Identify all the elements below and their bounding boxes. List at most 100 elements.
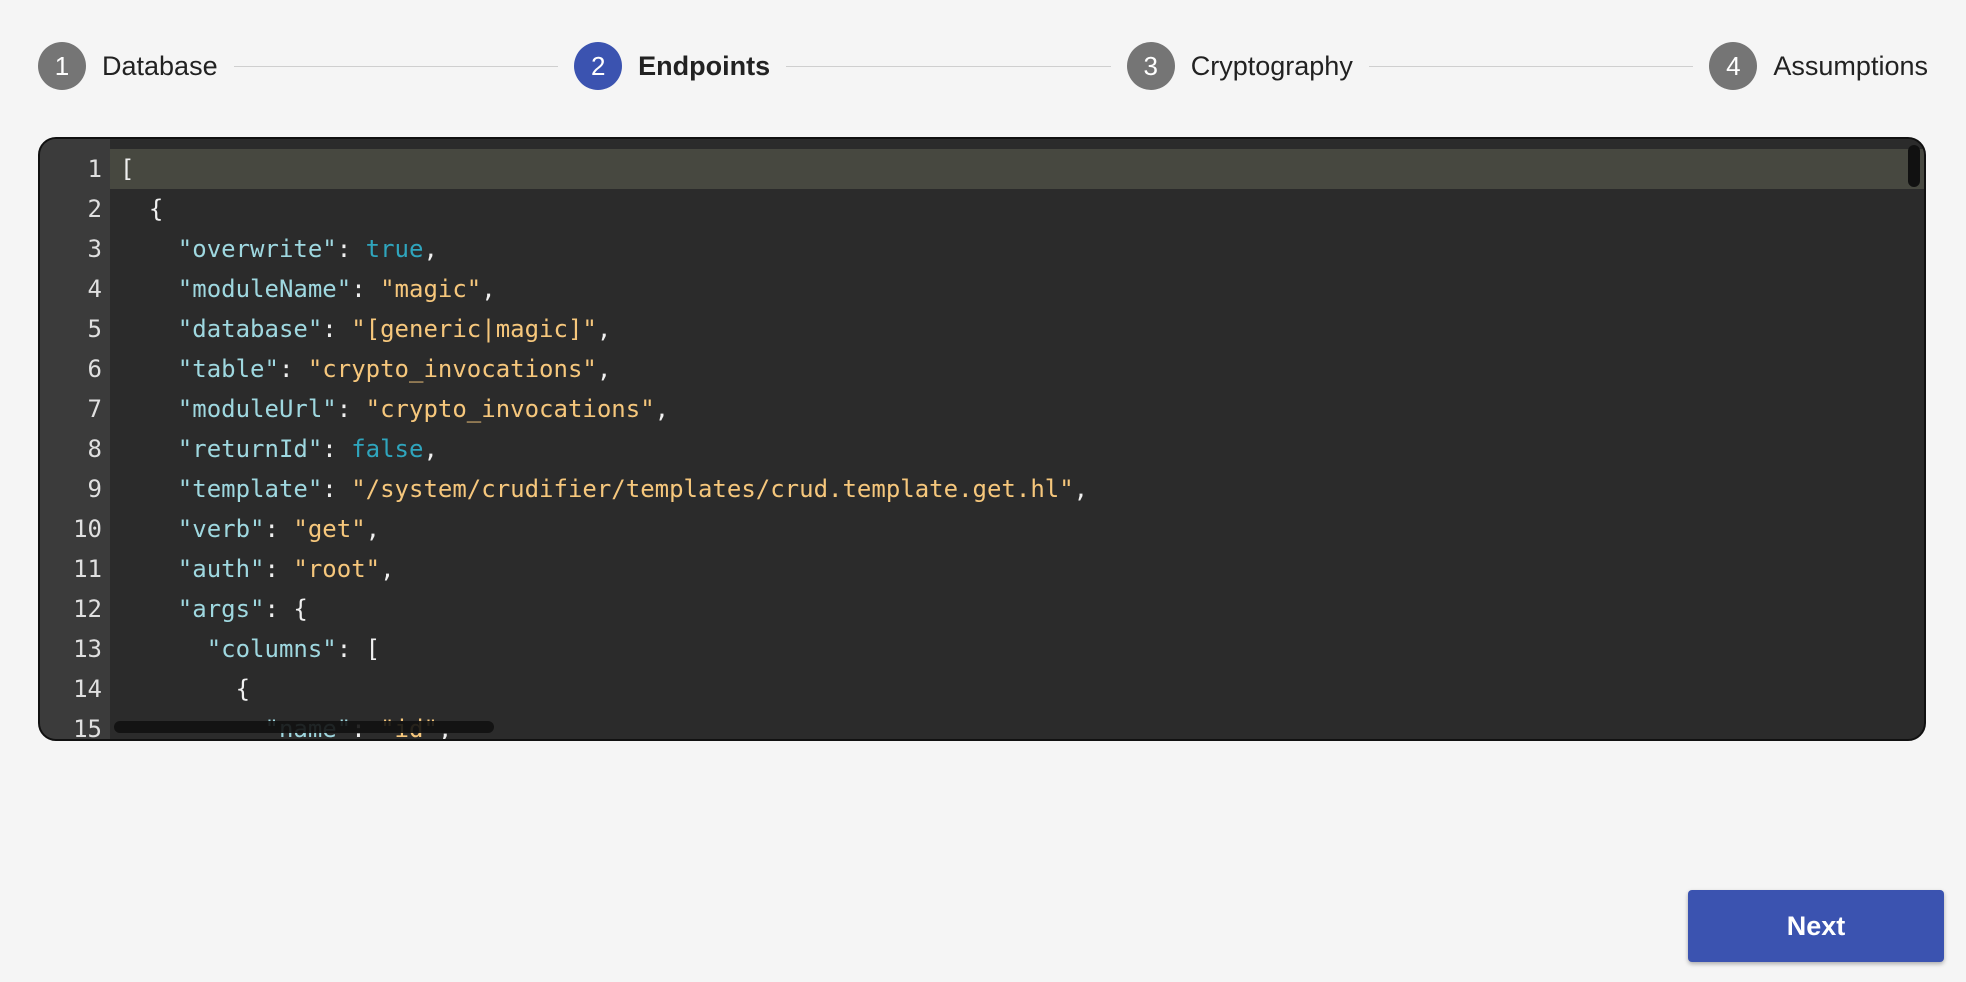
step-label: Assumptions <box>1773 50 1928 81</box>
json-code-editor[interactable]: 1 2 3 4 5 6 7 8 9 10 11 12 13 14 15 [ { "overwrite": t… <box>38 137 1926 741</box>
code-token: , <box>423 235 438 263</box>
code-token: "/system/crudifier/templates/crud.templa… <box>351 475 1074 503</box>
code-token: , <box>365 515 381 543</box>
code-token: "magic" <box>380 275 482 303</box>
code-token: : <box>351 275 381 303</box>
code-line[interactable]: [ <box>110 149 1924 189</box>
code-line[interactable]: "returnId": false, <box>110 429 1924 469</box>
code-token: : <box>322 315 352 343</box>
code-token: : <box>264 515 294 543</box>
code-line[interactable]: "auth": "root", <box>110 549 1924 589</box>
line-number: 2 <box>87 195 102 223</box>
code-token: : <box>322 435 352 463</box>
code-area[interactable]: [ { "overwrite": true, "moduleName": "ma… <box>110 149 1924 739</box>
code-token: , <box>654 395 670 423</box>
step-connector <box>1368 65 1694 67</box>
line-number: 8 <box>87 435 102 463</box>
vertical-scrollbar[interactable] <box>1908 145 1920 187</box>
line-number: 3 <box>87 235 102 263</box>
code-token: "moduleUrl" <box>177 395 337 423</box>
code-line[interactable]: "moduleName": "magic", <box>110 269 1924 309</box>
horizontal-scrollbar[interactable] <box>114 721 494 733</box>
code-line[interactable]: "table": "crypto_invocations", <box>110 349 1924 389</box>
step-label: Cryptography <box>1190 50 1353 81</box>
step-connector <box>786 65 1111 67</box>
step-number-circle: 1 <box>38 42 86 90</box>
line-number: 12 <box>73 595 102 623</box>
code-token: "verb" <box>177 515 265 543</box>
line-number: 10 <box>73 515 102 543</box>
code-token: , <box>1073 475 1089 503</box>
stepper: 1 Database 2 Endpoints 3 Cryptography 4 … <box>38 42 1928 90</box>
step-assumptions[interactable]: 4 Assumptions <box>1709 42 1928 90</box>
step-number-circle: 4 <box>1709 42 1758 90</box>
code-token: [ <box>120 155 135 183</box>
step-connector <box>233 65 559 67</box>
step-number-circle: 3 <box>1126 42 1175 90</box>
code-token: "root" <box>293 555 381 583</box>
line-number: 11 <box>73 555 102 583</box>
code-token: false <box>351 435 424 463</box>
code-token: "auth" <box>177 555 265 583</box>
code-token: : { <box>264 595 308 623</box>
step-database[interactable]: 1 Database <box>38 42 218 90</box>
line-number: 14 <box>73 675 102 703</box>
code-line[interactable]: "args": { <box>110 589 1924 629</box>
code-line[interactable]: "moduleUrl": "crypto_invocations", <box>110 389 1924 429</box>
line-number: 6 <box>87 355 102 383</box>
line-number: 5 <box>87 315 102 343</box>
line-number: 13 <box>73 635 102 663</box>
code-token: { <box>120 675 251 703</box>
code-token: , <box>481 275 496 303</box>
code-token: : <box>278 355 308 383</box>
code-line[interactable]: "overwrite": true, <box>110 229 1924 269</box>
step-number-circle: 2 <box>574 42 623 90</box>
code-token: "overwrite" <box>177 235 337 263</box>
code-token: "moduleName" <box>177 275 352 303</box>
code-token: , <box>423 435 438 463</box>
code-token: , <box>380 555 395 583</box>
step-label: Endpoints <box>638 50 771 81</box>
line-number: 4 <box>87 275 102 303</box>
code-token: "crypto_invocations" <box>365 395 655 423</box>
line-number: 9 <box>87 475 102 503</box>
code-line[interactable]: { <box>110 189 1924 229</box>
step-endpoints[interactable]: 2 Endpoints <box>574 42 770 90</box>
code-token: true <box>365 235 424 263</box>
code-token: "get" <box>293 515 366 543</box>
code-token: : [ <box>336 635 381 663</box>
code-token: : <box>264 555 294 583</box>
code-token: "args" <box>177 595 265 623</box>
code-token: : <box>336 395 366 423</box>
code-token: , <box>596 315 612 343</box>
code-lines[interactable]: [ { "overwrite": true, "moduleName": "ma… <box>110 149 1924 739</box>
code-line[interactable]: "verb": "get", <box>110 509 1924 549</box>
code-token: "columns" <box>206 635 337 663</box>
line-number: 15 <box>73 715 102 741</box>
code-token: "[generic|magic]" <box>351 315 597 343</box>
next-button[interactable]: Next <box>1688 890 1944 962</box>
crudifier-wizard-page: 1 Database 2 Endpoints 3 Cryptography 4 … <box>0 0 1966 982</box>
code-token: "template" <box>177 475 323 503</box>
code-line[interactable]: "columns": [ <box>110 629 1924 669</box>
code-token: : <box>336 235 366 263</box>
code-line[interactable]: "database": "[generic|magic]", <box>110 309 1924 349</box>
code-line[interactable]: "template": "/system/crudifier/templates… <box>110 469 1924 509</box>
line-number: 1 <box>87 155 102 183</box>
step-cryptography[interactable]: 3 Cryptography <box>1126 42 1353 90</box>
step-label: Database <box>102 50 218 81</box>
line-numbers: 1 2 3 4 5 6 7 8 9 10 11 12 13 14 15 <box>40 149 102 741</box>
line-number-gutter: 1 2 3 4 5 6 7 8 9 10 11 12 13 14 15 <box>40 139 110 739</box>
code-line[interactable]: { <box>110 669 1924 709</box>
